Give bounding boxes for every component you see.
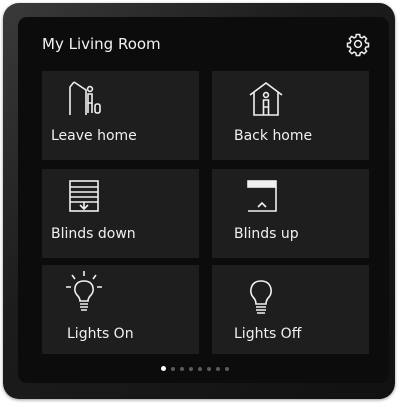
gear-icon bbox=[346, 33, 370, 57]
tile-label: Lights On bbox=[67, 326, 134, 342]
page-dot[interactable] bbox=[180, 366, 184, 371]
header-title: My Living Room bbox=[42, 35, 161, 53]
leave-home-icon bbox=[69, 81, 101, 115]
tile-label: Leave home bbox=[51, 128, 137, 144]
page-dot[interactable] bbox=[225, 366, 229, 371]
blinds-down-button[interactable]: Blinds down bbox=[42, 169, 199, 258]
blinds-up-button[interactable]: Blinds up bbox=[212, 169, 369, 258]
back-home-button[interactable]: Back home bbox=[212, 71, 369, 160]
light-bulb-off-icon bbox=[250, 280, 272, 314]
light-bulb-on-icon bbox=[66, 271, 102, 311]
page-dot[interactable] bbox=[198, 366, 202, 371]
page-indicator bbox=[161, 366, 229, 371]
tile-label: Lights Off bbox=[234, 326, 302, 342]
back-home-icon bbox=[249, 82, 283, 116]
lights-on-button[interactable]: Lights On bbox=[42, 265, 199, 354]
settings-button[interactable] bbox=[346, 32, 370, 57]
blinds-down-icon bbox=[69, 180, 99, 212]
leave-home-button[interactable]: Leave home bbox=[42, 71, 199, 160]
tile-label: Blinds down bbox=[51, 226, 136, 242]
blinds-up-icon bbox=[247, 180, 277, 212]
page-dot[interactable] bbox=[189, 366, 193, 371]
page-dot[interactable] bbox=[216, 366, 220, 371]
tile-label: Back home bbox=[234, 128, 313, 144]
page-dot-active[interactable] bbox=[161, 366, 166, 371]
tile-label: Blinds up bbox=[234, 226, 299, 242]
page-dot[interactable] bbox=[171, 366, 175, 371]
page-dot[interactable] bbox=[207, 366, 211, 371]
lights-off-button[interactable]: Lights Off bbox=[212, 265, 369, 354]
